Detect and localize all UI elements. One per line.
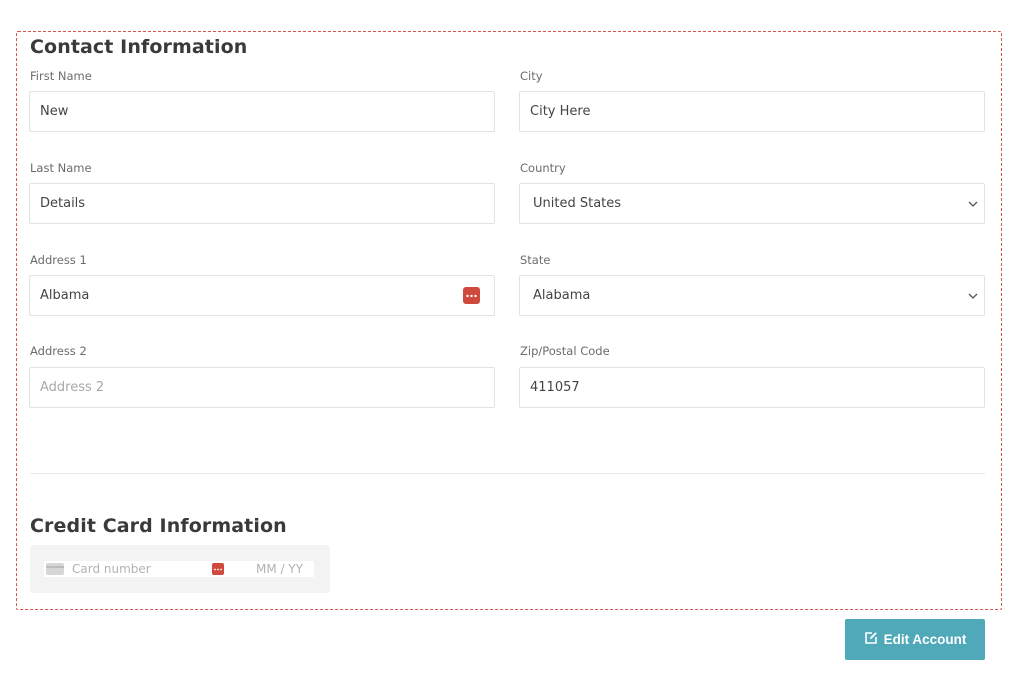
city-value: City Here bbox=[530, 104, 591, 119]
card-input-row[interactable]: Card number MM / YY bbox=[44, 561, 314, 577]
edit-account-label: Edit Account bbox=[883, 632, 967, 647]
country-label: Country bbox=[520, 161, 566, 175]
city-input[interactable]: City Here bbox=[519, 91, 985, 132]
address1-value: Albama bbox=[40, 288, 90, 303]
edit-account-button[interactable]: Edit Account bbox=[845, 619, 985, 660]
last-name-input[interactable]: Details bbox=[29, 183, 495, 224]
address1-label: Address 1 bbox=[30, 253, 87, 267]
contact-section-title: Contact Information bbox=[30, 36, 248, 58]
zip-input[interactable]: 411057 bbox=[519, 367, 985, 408]
city-label: City bbox=[520, 69, 543, 83]
country-value: United States bbox=[533, 196, 622, 211]
last-name-value: Details bbox=[40, 196, 86, 211]
section-divider bbox=[30, 473, 985, 474]
country-select[interactable]: United States bbox=[519, 183, 985, 224]
first-name-label: First Name bbox=[30, 69, 92, 83]
zip-value: 411057 bbox=[530, 380, 580, 395]
card-expiry-input[interactable]: MM / YY bbox=[256, 561, 303, 577]
credit-card-icon bbox=[46, 563, 64, 575]
state-value: Alabama bbox=[533, 288, 591, 303]
last-name-label: Last Name bbox=[30, 161, 92, 175]
chevron-down-icon bbox=[967, 198, 979, 210]
state-label: State bbox=[520, 253, 551, 267]
card-number-input[interactable]: Card number bbox=[72, 562, 151, 576]
password-manager-icon[interactable] bbox=[212, 563, 224, 575]
card-element-container: Card number MM / YY bbox=[30, 545, 330, 593]
address2-placeholder: Address 2 bbox=[40, 380, 105, 395]
state-select[interactable]: Alabama bbox=[519, 275, 985, 316]
zip-label: Zip/Postal Code bbox=[520, 344, 610, 358]
credit-card-section-title: Credit Card Information bbox=[30, 515, 287, 537]
address2-input[interactable]: Address 2 bbox=[29, 367, 495, 408]
address2-label: Address 2 bbox=[30, 344, 87, 358]
chevron-down-icon bbox=[967, 290, 979, 302]
password-manager-icon[interactable] bbox=[463, 287, 480, 304]
first-name-value: New bbox=[40, 104, 69, 119]
address1-input[interactable]: Albama bbox=[29, 275, 495, 316]
edit-icon bbox=[864, 631, 878, 648]
first-name-input[interactable]: New bbox=[29, 91, 495, 132]
